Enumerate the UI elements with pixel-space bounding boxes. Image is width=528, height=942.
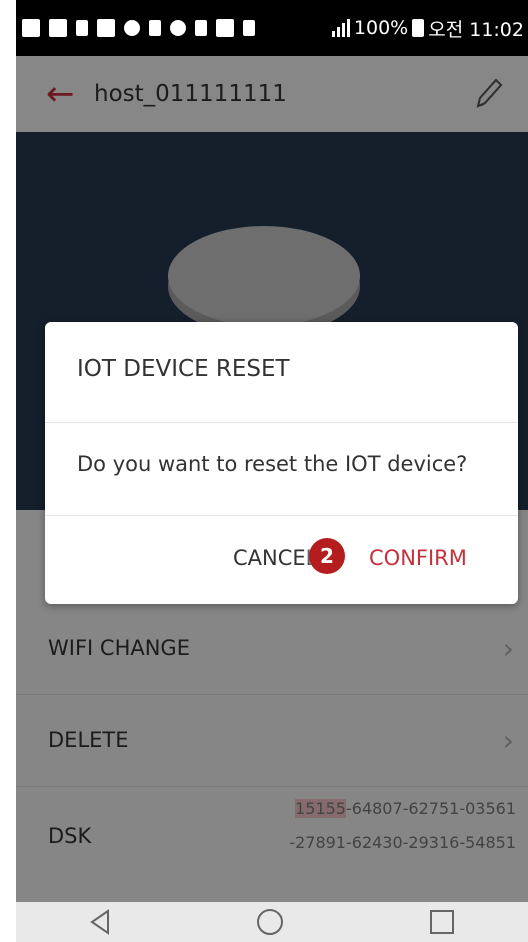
notification-icons — [16, 19, 255, 37]
home-nav-icon[interactable] — [255, 907, 285, 937]
app-icon — [97, 19, 115, 37]
phone-screen: 100% 오전 11:02 ← host_011111111 WIFI CHAN… — [16, 0, 528, 942]
reset-dialog: IOT DEVICE RESET Do you want to reset th… — [45, 322, 518, 604]
status-bar: 100% 오전 11:02 — [16, 0, 528, 56]
battery-percent: 100% — [353, 17, 409, 39]
lte-icon — [243, 20, 255, 36]
clock: 오전 11:02 — [428, 18, 524, 41]
cancel-button[interactable]: CANCEL — [233, 546, 317, 570]
signal-icon — [331, 19, 350, 37]
app-icon — [76, 20, 88, 36]
battery-icon — [412, 19, 425, 37]
back-nav-icon[interactable] — [88, 908, 112, 936]
app-icon — [170, 20, 186, 36]
wifi-icon — [216, 19, 234, 37]
divider — [45, 515, 518, 516]
confirm-button[interactable]: CONFIRM — [369, 546, 467, 570]
step-marker-badge: 2 — [309, 538, 345, 574]
system-nav-bar — [16, 902, 528, 942]
gallery-icon — [49, 19, 67, 37]
mute-icon — [195, 20, 207, 36]
app-icon — [124, 20, 140, 36]
divider — [45, 422, 518, 423]
recents-nav-icon[interactable] — [428, 908, 456, 936]
notification-icon — [22, 19, 40, 37]
usb-icon — [149, 20, 161, 36]
dialog-message: Do you want to reset the IOT device? — [77, 452, 468, 476]
dialog-title: IOT DEVICE RESET — [77, 356, 290, 382]
